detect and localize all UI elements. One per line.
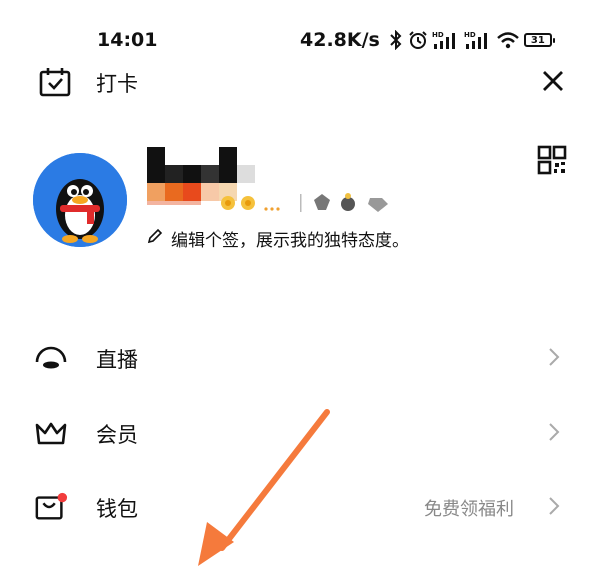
avatar[interactable] (33, 153, 127, 247)
menu-item-vip[interactable]: 会员 (0, 403, 600, 463)
live-icon (34, 342, 68, 374)
menu-item-wallet[interactable]: 钱包 免费领福利 (0, 477, 600, 537)
checkin-label[interactable]: 打卡 (96, 68, 138, 98)
crown-icon (34, 417, 68, 449)
alarm-icon (408, 30, 428, 50)
chevron-right-icon (548, 496, 560, 520)
signal-hd-icon: HD (464, 30, 492, 50)
notification-dot (57, 492, 68, 503)
wallet-icon (34, 491, 68, 523)
pencil-icon (147, 228, 163, 249)
wifi-icon (496, 30, 520, 50)
svg-text:HD: HD (432, 31, 444, 39)
menu-item-label: 会员 (96, 423, 138, 447)
qr-code-icon (537, 145, 567, 175)
ellipsis-icon (264, 207, 280, 211)
chevron-right-icon (548, 422, 560, 446)
gray-badge-icon (341, 193, 355, 211)
sun-badge-icon (221, 196, 235, 210)
bluetooth-icon (388, 30, 404, 50)
calendar-check-icon[interactable] (38, 66, 72, 102)
wallet-promo-text: 免费领福利 (424, 499, 514, 520)
status-time: 14:01 (97, 29, 158, 51)
menu-item-live[interactable]: 直播 (0, 328, 600, 388)
menu-item-label: 直播 (96, 348, 138, 372)
signature-text: 编辑个签，展示我的独特态度。 (171, 231, 409, 251)
gray-badge-icon (314, 194, 330, 210)
qr-code-button[interactable] (537, 145, 567, 175)
close-button[interactable] (536, 64, 570, 98)
close-icon (543, 71, 563, 91)
signal-hd-icon: HD (432, 30, 460, 50)
menu-item-label: 钱包 (96, 497, 138, 521)
level-badges[interactable] (218, 190, 418, 216)
battery-icon: 31 (523, 33, 555, 47)
battery-level: 31 (523, 33, 555, 47)
status-icons: 42.8K/s HD HD 31 (300, 26, 555, 54)
sun-badge-icon (241, 196, 255, 210)
signature-row[interactable]: 编辑个签，展示我的独特态度。 (147, 226, 409, 251)
chevron-right-icon (548, 347, 560, 371)
qq-penguin-avatar (33, 153, 127, 247)
svg-text:HD: HD (464, 31, 476, 39)
network-speed: 42.8K/s (300, 29, 380, 51)
gray-badge-icon (368, 198, 388, 212)
